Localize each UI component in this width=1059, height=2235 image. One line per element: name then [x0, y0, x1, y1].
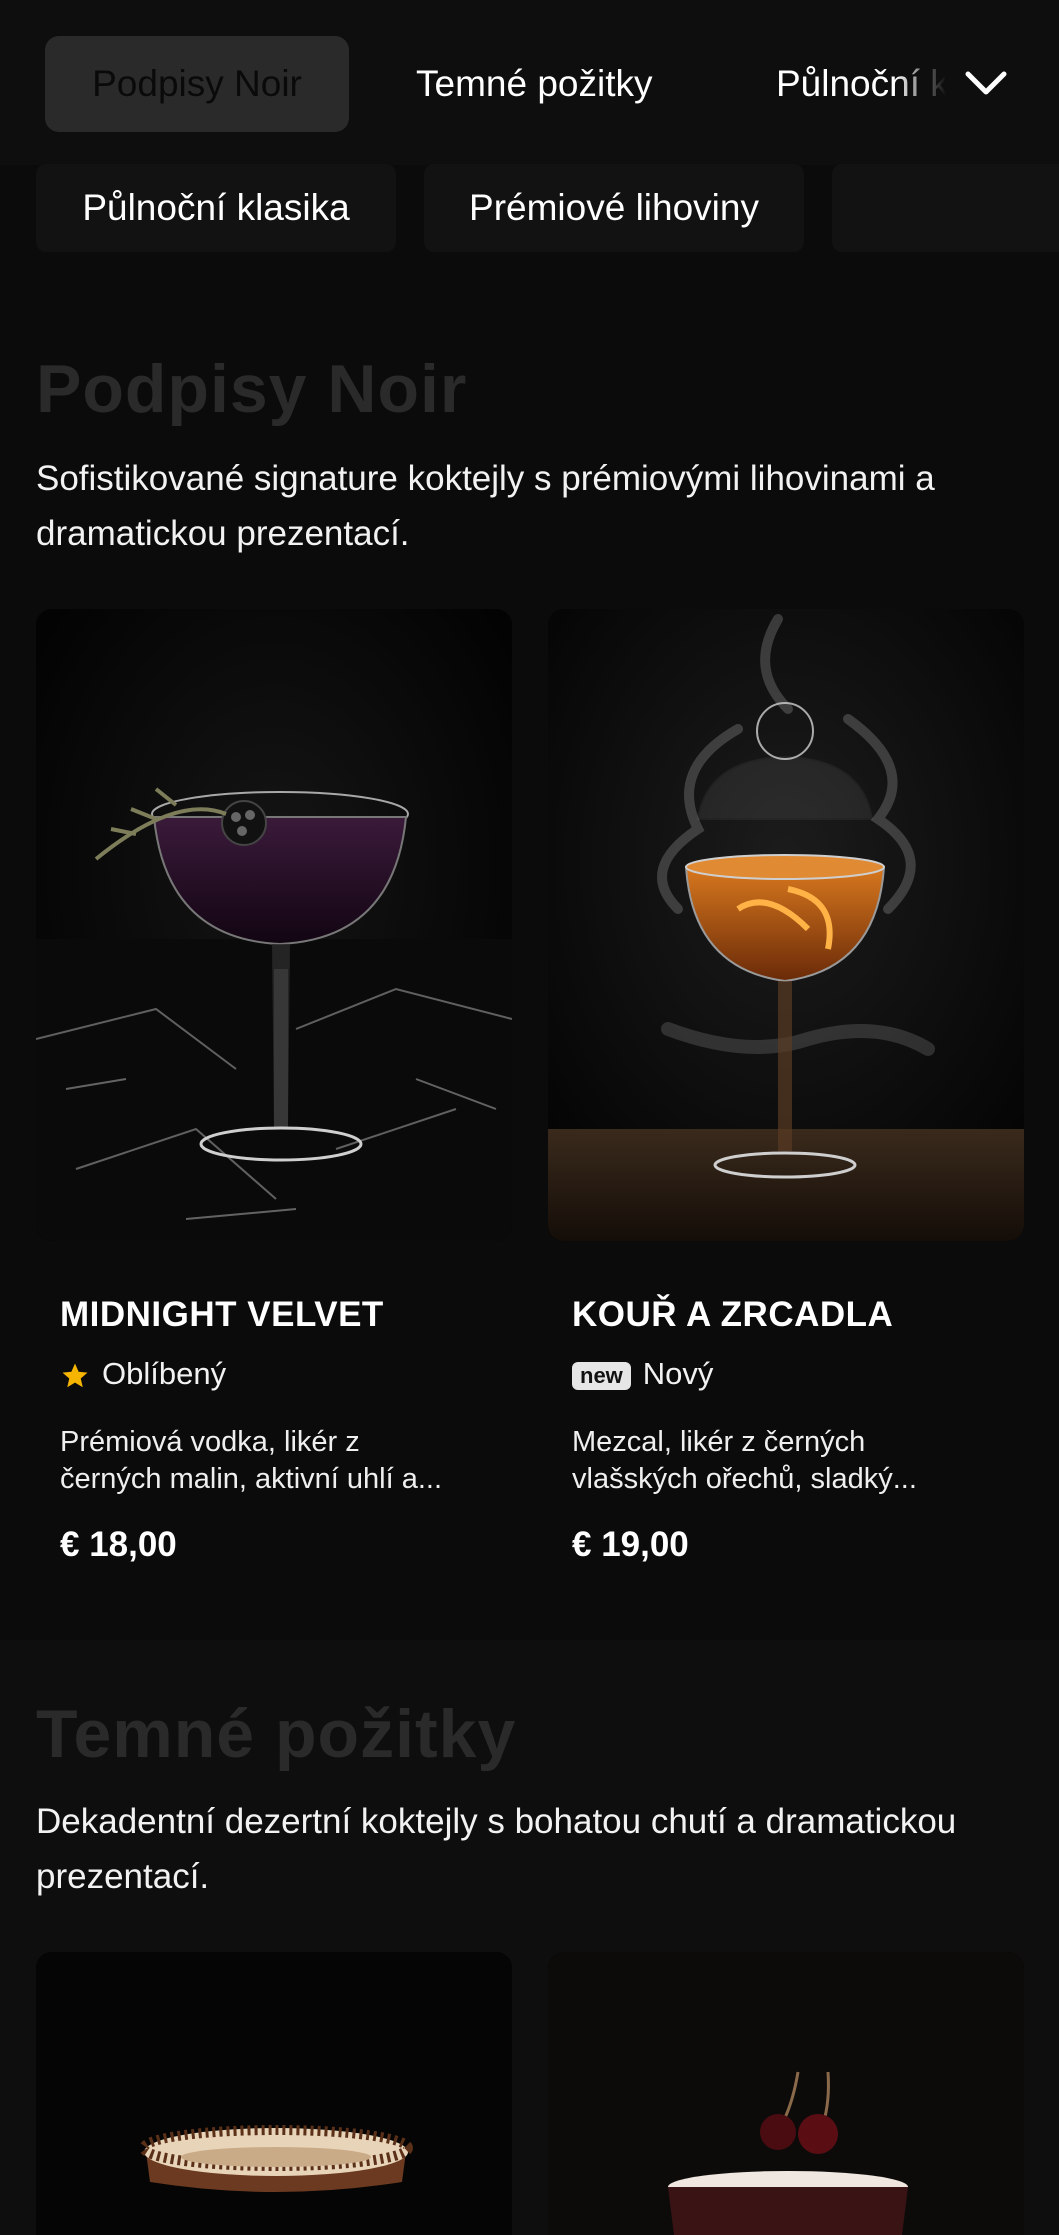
tag-label: Nový — [642, 1356, 714, 1391]
chip-premiove-lihoviny[interactable]: Prémiové lihoviny — [424, 164, 804, 252]
tab-temne-pozitky[interactable]: Temné požitky — [416, 36, 653, 132]
chip-overflow — [832, 164, 1059, 252]
chevron-down-icon[interactable] — [962, 64, 1010, 104]
item-description: Mezcal, likér z černých vlašských ořechů… — [572, 1424, 1012, 1498]
item-name[interactable]: MIDNIGHT VELVET — [60, 1295, 384, 1335]
star-icon — [62, 1363, 88, 1388]
cocktail-photo — [36, 609, 512, 1241]
item-tag: new Nový — [572, 1354, 713, 1394]
cocktail-photo — [36, 1952, 512, 2235]
cocktail-photo — [548, 609, 1024, 1241]
description-line: vlašských ořechů, sladký... — [572, 1463, 917, 1495]
item-name[interactable]: KOUŘ A ZRCADLA — [572, 1295, 893, 1335]
tag-label: Oblíbený — [102, 1356, 227, 1391]
item-price: € 19,00 — [572, 1525, 689, 1564]
cocktail-photo — [548, 1952, 1024, 2235]
tab-pulnocni-klasika[interactable]: Půlnoční klasika — [776, 36, 946, 132]
kour-a-zrcadla-image[interactable] — [548, 609, 1024, 1241]
section-description: Dekadentní dezertní koktejly s bohatou c… — [36, 1802, 957, 1896]
category-tabs: Podpisy Noir Temné požitky Půlnoční klas… — [0, 36, 1059, 132]
tab-podpisy-noir[interactable]: Podpisy Noir — [45, 36, 349, 132]
description-line: černých malin, aktivní uhlí a... — [60, 1463, 442, 1495]
midnight-velvet-image[interactable] — [36, 609, 512, 1241]
new-badge: new — [572, 1361, 631, 1390]
dessert-cocktail-image[interactable] — [36, 1952, 512, 2235]
chip-pulnocni-klasika[interactable]: Půlnoční klasika — [36, 164, 396, 252]
category-chips: Půlnoční klasika Prémiové lihoviny — [0, 164, 1059, 254]
section-description: Sofistikované signature koktejly s prémi… — [36, 459, 935, 553]
section-title: Temné požitky — [36, 1696, 517, 1772]
item-tag: Oblíbený — [60, 1354, 226, 1394]
item-price: € 18,00 — [60, 1525, 177, 1564]
item-description: Prémiová vodka, likér z černých malin, a… — [60, 1424, 500, 1498]
category-nav: Podpisy Noir Temné požitky Půlnoční klas… — [0, 0, 1059, 165]
section-title: Podpisy Noir — [36, 351, 468, 427]
description-line: Prémiová vodka, likér z — [60, 1426, 360, 1458]
description-line: Mezcal, likér z černých — [572, 1426, 866, 1458]
dessert-cocktail-image[interactable] — [548, 1952, 1024, 2235]
